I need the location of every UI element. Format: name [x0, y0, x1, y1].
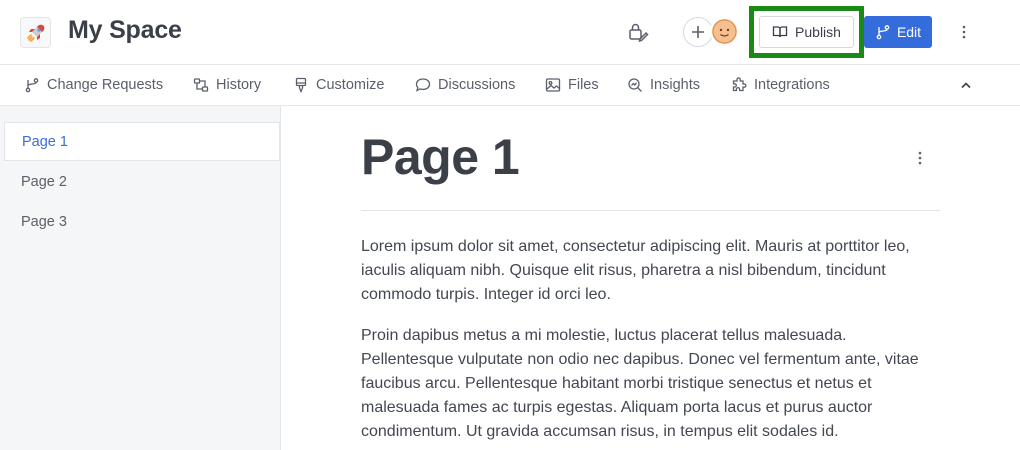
tab-files[interactable]: Files	[545, 65, 599, 105]
publish-label: Publish	[795, 24, 841, 40]
space-title: My Space	[68, 16, 182, 44]
tab-label: History	[216, 77, 262, 93]
tab-discussions[interactable]: Discussions	[415, 65, 515, 105]
chat-icon	[415, 78, 431, 92]
tab-history[interactable]: History	[193, 65, 261, 105]
edit-button[interactable]: Edit	[864, 16, 932, 48]
page-options-button[interactable]	[908, 146, 932, 170]
sidebar-page-3[interactable]: Page 3	[4, 202, 280, 241]
more-vertical-icon	[918, 151, 922, 165]
tab-integrations[interactable]: Integrations	[731, 65, 830, 105]
puzzle-icon	[732, 77, 747, 92]
publish-button[interactable]: Publish	[759, 16, 854, 48]
lock-edit-icon	[629, 23, 649, 43]
page-content: Page 1 Lorem ipsum dolor sit amet, conse…	[281, 106, 1020, 450]
sidebar-page-1[interactable]: Page 1	[4, 122, 280, 161]
header-more-button[interactable]	[952, 20, 976, 44]
tab-customize[interactable]: Customize	[293, 65, 385, 105]
paragraph: Lorem ipsum dolor sit amet, consectetur …	[361, 238, 910, 303]
avatar[interactable]	[710, 17, 739, 46]
title-divider	[361, 210, 940, 211]
tab-label: Integrations	[754, 77, 830, 93]
branch-icon	[876, 25, 890, 40]
tab-label: Discussions	[438, 77, 516, 93]
add-member-button[interactable]	[683, 17, 713, 47]
history-icon	[193, 78, 209, 92]
tab-label: Insights	[650, 77, 700, 93]
image-icon	[545, 78, 561, 92]
plus-icon	[692, 26, 704, 38]
tab-label: Files	[568, 77, 599, 93]
edit-label: Edit	[896, 24, 922, 40]
space-tabbar: Change Requests History Customize Discus…	[0, 65, 1020, 106]
more-vertical-icon	[962, 25, 966, 39]
page-title: Page 1	[361, 129, 520, 185]
lock-edit-button[interactable]	[626, 20, 650, 44]
page-sidebar: Page 1 Page 2 Page 3	[0, 106, 281, 450]
tab-change-requests[interactable]: Change Requests	[24, 65, 163, 105]
collapse-tabs-button[interactable]	[954, 73, 978, 97]
book-icon	[772, 26, 788, 38]
tab-label: Customize	[316, 77, 385, 93]
chevron-up-icon	[961, 82, 971, 89]
space-logo[interactable]	[20, 17, 51, 48]
paragraph: Proin dapibus metus a mi molestie, luctu…	[361, 327, 919, 440]
tab-label: Change Requests	[47, 77, 164, 93]
branch-icon	[25, 78, 39, 93]
sidebar-page-2[interactable]: Page 2	[4, 162, 280, 201]
top-header: My Space Publish Edit	[0, 0, 1020, 65]
brush-icon	[295, 77, 307, 93]
tab-insights[interactable]: Insights	[627, 65, 700, 105]
rocket-icon	[26, 24, 44, 42]
insights-icon	[628, 78, 642, 92]
face-icon	[712, 19, 737, 44]
